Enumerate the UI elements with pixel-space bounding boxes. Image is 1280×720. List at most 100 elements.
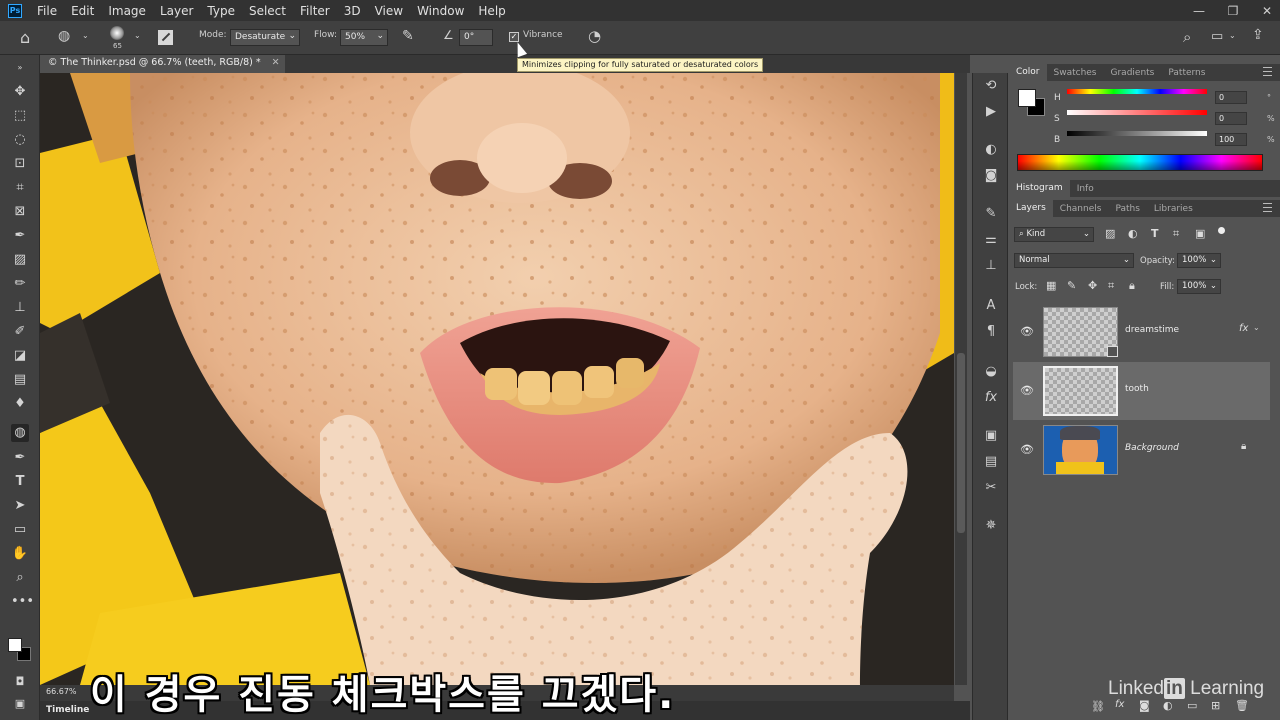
angle-input[interactable]: 0° [459, 29, 493, 46]
filter-type-icon[interactable]: T [1151, 227, 1159, 240]
brushes-icon[interactable]: ✎ [982, 205, 1000, 223]
blend-mode-select[interactable]: Normal ⌄ [1014, 253, 1134, 268]
screen-mode-icon[interactable]: ▣ [11, 695, 29, 713]
lock-transparent-icon[interactable]: ▦ [1046, 279, 1056, 292]
clone-source-icon[interactable]: ⊥ [982, 257, 1000, 275]
close-icon[interactable]: ✕ [1260, 4, 1274, 18]
link-layers-icon[interactable]: ⛓︎ [1091, 700, 1105, 713]
hue-slider[interactable] [1067, 89, 1207, 94]
properties-icon[interactable]: ◙ [982, 167, 1000, 185]
layer-name[interactable]: Background [1125, 443, 1179, 453]
hue-input[interactable]: 0 [1215, 91, 1247, 104]
pen-tool-icon[interactable]: ✒ [11, 449, 29, 467]
brush-preview-icon[interactable] [110, 26, 124, 40]
menu-layer[interactable]: Layer [153, 4, 200, 18]
sponge-tool-icon[interactable]: ◍ [58, 28, 70, 44]
document-tab[interactable]: © The Thinker.psd @ 66.7% (teeth, RGB/8)… [40, 55, 285, 73]
share-icon[interactable]: ⇪ [1252, 27, 1264, 43]
chevron-down-icon[interactable]: ⌄ [1253, 323, 1260, 332]
tab-gradients[interactable]: Gradients [1104, 68, 1162, 78]
hand-tool-icon[interactable]: ✋ [11, 545, 29, 563]
filter-shape-icon[interactable]: ⌗ [1173, 227, 1179, 241]
healing-brush-icon[interactable]: ▨ [11, 251, 29, 269]
layer-row-tooth[interactable]: 👁︎ tooth [1013, 362, 1270, 420]
new-adjustment-icon[interactable]: ◐ [1163, 699, 1173, 712]
saturation-slider[interactable] [1067, 110, 1207, 115]
chevron-down-icon[interactable]: ⌄ [134, 31, 141, 40]
adjustments-icon[interactable]: ◐ [982, 141, 1000, 159]
quick-mask-icon[interactable]: ◘ [11, 673, 29, 691]
zoom-tool-icon[interactable]: ⌕ [11, 569, 29, 587]
3d-icon[interactable]: ✵ [982, 517, 1000, 535]
menu-edit[interactable]: Edit [64, 4, 101, 18]
filter-adjustment-icon[interactable]: ◐ [1128, 227, 1138, 240]
menu-file[interactable]: File [30, 4, 64, 18]
brush-settings-icon[interactable] [158, 30, 173, 45]
delete-layer-icon[interactable]: 🗑︎ [1235, 699, 1249, 712]
tool-presets-icon[interactable]: ✂ [982, 479, 1000, 497]
history-brush-icon[interactable]: ✐ [11, 323, 29, 341]
close-tab-icon[interactable]: ✕ [272, 57, 280, 68]
add-style-icon[interactable]: fx [1115, 699, 1124, 710]
flow-input[interactable]: 50% ⌄ [340, 29, 388, 46]
foreground-color-swatch[interactable] [8, 638, 22, 652]
opacity-input[interactable]: 100% ⌄ [1177, 253, 1221, 268]
tab-channels[interactable]: Channels [1053, 204, 1109, 214]
tab-patterns[interactable]: Patterns [1161, 68, 1212, 78]
menu-filter[interactable]: Filter [293, 4, 337, 18]
tab-libraries[interactable]: Libraries [1147, 204, 1200, 214]
marquee-tool-icon[interactable]: ⬚ [11, 107, 29, 125]
vibrance-label[interactable]: Vibrance [523, 30, 563, 40]
brightness-slider[interactable] [1067, 131, 1207, 136]
timeline-tab[interactable]: Timeline [46, 705, 89, 715]
fill-input[interactable]: 100% ⌄ [1177, 279, 1221, 294]
collapse-icon[interactable]: » [11, 59, 29, 77]
layer-row-background[interactable]: 👁︎ Background 🔒︎ [1013, 421, 1270, 479]
character-icon[interactable]: A [982, 297, 1000, 315]
blur-tool-icon[interactable]: ♦ [11, 395, 29, 413]
eraser-tool-icon[interactable]: ◪ [11, 347, 29, 365]
lock-all-icon[interactable]: 🔒︎ [1129, 279, 1135, 293]
airbrush-icon[interactable]: ✎ [402, 28, 414, 44]
visibility-eye-icon[interactable]: 👁︎ [1020, 325, 1034, 338]
path-select-icon[interactable]: ➤ [11, 497, 29, 515]
quick-select-tool-icon[interactable]: ⊡ [11, 155, 29, 173]
new-group-icon[interactable]: ▭ [1187, 699, 1197, 712]
brush-settings-icon[interactable]: ⚌ [982, 231, 1000, 249]
tab-paths[interactable]: Paths [1108, 204, 1146, 214]
styles-icon[interactable]: fx [982, 389, 1000, 407]
filter-pixel-icon[interactable]: ▨ [1105, 227, 1115, 240]
move-tool-icon[interactable]: ✥ [11, 83, 29, 101]
sponge-tool-icon[interactable]: ◍ [11, 424, 29, 442]
filter-toggle-icon[interactable] [1218, 227, 1225, 234]
paragraph-icon[interactable]: ¶ [982, 323, 1000, 341]
visibility-eye-icon[interactable]: 👁︎ [1020, 443, 1034, 456]
glyphs-icon[interactable]: ▣ [982, 427, 1000, 445]
stamp-tool-icon[interactable]: ⊥ [11, 299, 29, 317]
workspace-icon[interactable]: ▭ [1211, 29, 1223, 44]
menu-view[interactable]: View [368, 4, 410, 18]
saturation-input[interactable]: 0 [1215, 112, 1247, 125]
filter-smart-object-icon[interactable]: ▣ [1195, 227, 1205, 240]
add-mask-icon[interactable]: ◙ [1139, 699, 1150, 712]
vibrance-checkbox[interactable]: ✓ [509, 32, 519, 42]
new-layer-icon[interactable]: ⊞ [1211, 699, 1220, 712]
chevron-down-icon[interactable]: ⌄ [1229, 31, 1236, 40]
eyedropper-tool-icon[interactable]: ✒ [11, 227, 29, 245]
lasso-tool-icon[interactable]: ◌ [11, 131, 29, 149]
type-tool-icon[interactable]: T [11, 473, 29, 491]
more-tools-icon[interactable]: ••• [11, 593, 34, 611]
canvas-image[interactable] [40, 73, 954, 685]
chevron-down-icon[interactable]: ⌄ [82, 31, 89, 40]
menu-window[interactable]: Window [410, 4, 471, 18]
tab-info[interactable]: Info [1070, 184, 1101, 194]
panel-menu-icon[interactable] [1263, 203, 1272, 212]
layer-fx-icon[interactable]: fx [1239, 323, 1248, 334]
tab-color[interactable]: Color [1009, 64, 1047, 81]
search-icon[interactable]: ⌕ [1183, 28, 1191, 46]
tab-swatches[interactable]: Swatches [1047, 68, 1104, 78]
rectangle-tool-icon[interactable]: ▭ [11, 521, 29, 539]
menu-image[interactable]: Image [101, 4, 153, 18]
frame-tool-icon[interactable]: ⊠ [11, 203, 29, 221]
mode-select[interactable]: Desaturate ⌄ [230, 29, 300, 46]
